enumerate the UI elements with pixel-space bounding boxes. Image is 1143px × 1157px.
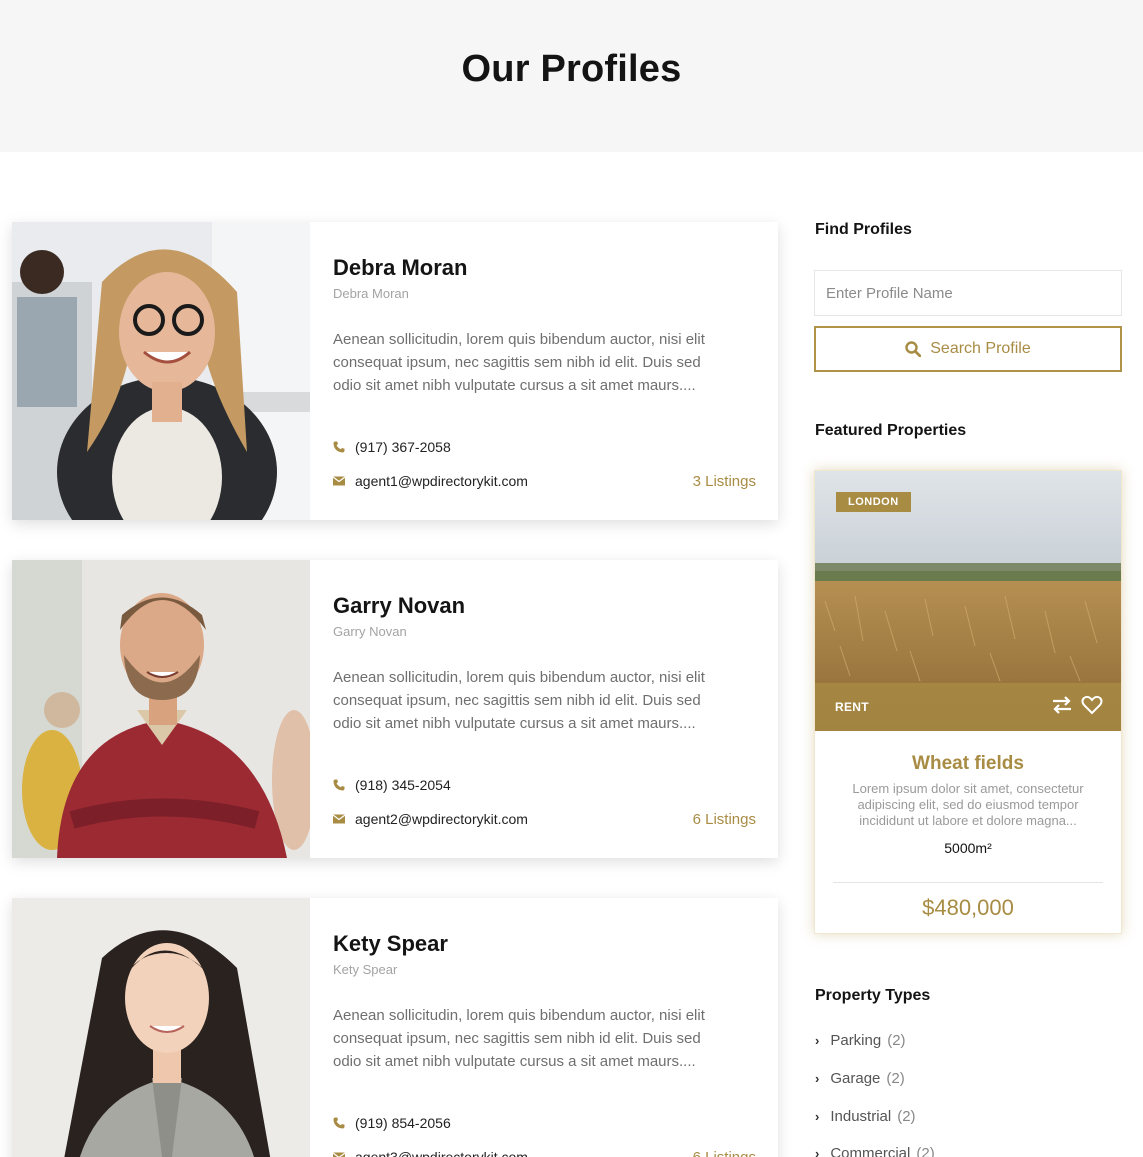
chevron-right-icon: › — [815, 1146, 820, 1157]
profile-name[interactable]: Kety Spear — [333, 931, 448, 957]
profile-email-text: agent1@wpdirectorykit.com — [355, 473, 528, 489]
property-type-count: (2) — [887, 1032, 906, 1049]
profile-description: Aenean sollicitudin, lorem quis bibendum… — [333, 1007, 705, 1070]
property-type-item[interactable]: › Garage (2) — [815, 1070, 905, 1087]
property-type-item[interactable]: › Commercial (2) — [815, 1145, 935, 1157]
property-divider — [833, 882, 1103, 883]
find-profiles-heading: Find Profiles — [815, 221, 912, 238]
profile-phone-text: (918) 345-2054 — [355, 777, 451, 793]
profile-photo[interactable] — [12, 898, 310, 1157]
profile-email[interactable]: agent3@wpdirectorykit.com — [333, 1149, 528, 1157]
phone-icon — [333, 1117, 345, 1129]
profile-phone[interactable]: (917) 367-2058 — [333, 439, 451, 455]
profile-phone-text: (919) 854-2056 — [355, 1115, 451, 1131]
profile-email[interactable]: agent1@wpdirectorykit.com — [333, 473, 528, 489]
profile-card[interactable]: Debra Moran Debra Moran Aenean sollicitu… — [12, 222, 778, 520]
profile-email[interactable]: agent2@wpdirectorykit.com — [333, 811, 528, 827]
profile-listings-link[interactable]: 6 Listings — [693, 1149, 756, 1157]
property-type-item[interactable]: › Parking (2) — [815, 1032, 906, 1049]
property-description: Lorem ipsum dolor sit amet, consectetur … — [852, 781, 1084, 828]
profile-card[interactable]: Kety Spear Kety Spear Aenean sollicitudi… — [12, 898, 778, 1157]
search-profile-button[interactable]: Search Profile — [814, 326, 1122, 372]
property-type-count: (2) — [886, 1070, 905, 1087]
phone-icon — [333, 779, 345, 791]
property-area: 5000m² — [944, 840, 992, 856]
profile-photo-image — [12, 560, 310, 858]
search-profile-label: Search Profile — [930, 340, 1031, 357]
envelope-icon — [333, 1152, 345, 1157]
property-type-item[interactable]: › Industrial (2) — [815, 1108, 916, 1125]
profile-description: Aenean sollicitudin, lorem quis bibendum… — [333, 669, 705, 732]
phone-icon — [333, 441, 345, 453]
profile-email-text: agent3@wpdirectorykit.com — [355, 1149, 528, 1157]
property-title[interactable]: Wheat fields — [815, 753, 1121, 775]
envelope-icon — [333, 814, 345, 824]
property-type-label: Commercial — [830, 1145, 911, 1157]
profile-email-text: agent2@wpdirectorykit.com — [355, 811, 528, 827]
profile-photo-image — [12, 898, 310, 1157]
profile-photo[interactable] — [12, 222, 310, 520]
property-types-heading: Property Types — [815, 987, 931, 1004]
profile-subtitle: Debra Moran — [333, 286, 409, 301]
featured-properties-heading: Featured Properties — [815, 422, 967, 439]
page-title: Our Profiles — [461, 48, 682, 90]
profile-name[interactable]: Garry Novan — [333, 593, 465, 619]
page-header: Our Profiles — [0, 0, 1143, 152]
property-type-label: Industrial — [830, 1108, 892, 1125]
featured-property-card[interactable]: LONDON RENT Wheat fields Lorem ipsum dol… — [814, 470, 1122, 934]
profile-listings-link[interactable]: 6 Listings — [693, 811, 756, 828]
profile-card[interactable]: Garry Novan Garry Novan Aenean sollicitu… — [12, 560, 778, 858]
property-type-label: Parking — [830, 1032, 882, 1049]
profile-phone[interactable]: (918) 345-2054 — [333, 777, 451, 793]
compare-icon[interactable] — [1051, 695, 1073, 715]
property-type-label: Garage — [830, 1070, 881, 1087]
profile-photo[interactable] — [12, 560, 310, 858]
chevron-right-icon: › — [815, 1033, 820, 1048]
profile-phone-text: (917) 367-2058 — [355, 439, 451, 455]
profile-search-input[interactable] — [814, 270, 1122, 316]
profile-subtitle: Kety Spear — [333, 962, 398, 977]
search-icon — [905, 341, 922, 357]
envelope-icon — [333, 476, 345, 486]
chevron-right-icon: › — [815, 1109, 820, 1124]
property-type-count: (2) — [897, 1108, 916, 1125]
profile-photo-image — [12, 222, 310, 520]
property-type-count: (2) — [916, 1145, 935, 1157]
profile-name[interactable]: Debra Moran — [333, 255, 467, 281]
profile-phone[interactable]: (919) 854-2056 — [333, 1115, 451, 1131]
property-actions — [1051, 695, 1103, 715]
property-price: $480,000 — [922, 895, 1014, 920]
purpose-label: RENT — [835, 700, 869, 714]
heart-icon[interactable] — [1081, 695, 1103, 715]
profile-listings-link[interactable]: 3 Listings — [693, 473, 756, 490]
profile-description: Aenean sollicitudin, lorem quis bibendum… — [333, 331, 705, 394]
chevron-right-icon: › — [815, 1071, 820, 1086]
profile-subtitle: Garry Novan — [333, 624, 407, 639]
location-badge[interactable]: LONDON — [836, 492, 911, 512]
